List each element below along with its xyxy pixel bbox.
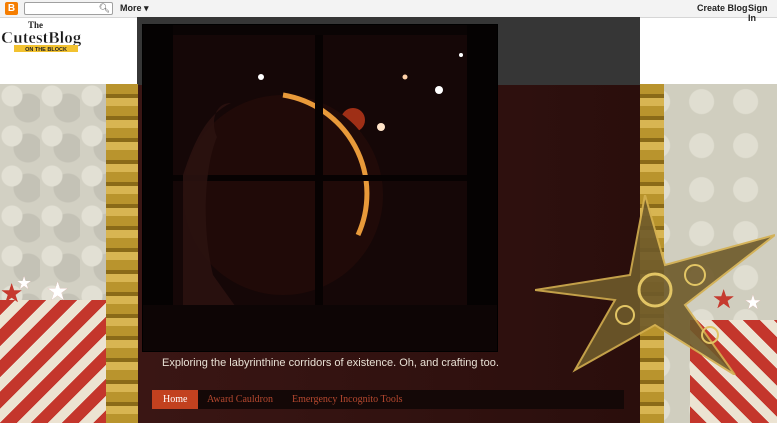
- search-input[interactable]: 🔍︎: [24, 2, 113, 15]
- cutest-blog-logo[interactable]: The CutestBlog ON THE BLOCK: [0, 19, 92, 53]
- sign-in-link[interactable]: Sign In: [748, 3, 777, 23]
- create-blog-link[interactable]: Create Blog: [697, 3, 748, 13]
- search-icon[interactable]: 🔍︎: [99, 3, 110, 14]
- tab-home[interactable]: Home: [152, 390, 199, 409]
- star-icon: ★: [46, 276, 70, 306]
- svg-text:CutestBlog: CutestBlog: [1, 28, 82, 47]
- svg-text:ON THE BLOCK: ON THE BLOCK: [25, 47, 67, 53]
- tab-award-cauldron[interactable]: Award Cauldron: [207, 390, 273, 409]
- blogger-navbar: B 🔍︎ More ▾ Create Blog Sign In: [0, 0, 777, 23]
- tab-emergency-incognito-tools[interactable]: Emergency Incognito Tools: [292, 390, 403, 409]
- star-icon: ★: [16, 273, 33, 293]
- blogger-logo-icon[interactable]: B: [5, 2, 18, 15]
- left-gold-border: [106, 84, 138, 423]
- header-image[interactable]: [142, 24, 498, 352]
- gold-swirl-star-icon: [535, 195, 775, 375]
- blog-tagline: Exploring the labyrinthine corridors of …: [162, 357, 499, 369]
- left-candy-stripes: [0, 300, 110, 423]
- more-menu-button[interactable]: More ▾: [120, 3, 149, 14]
- blog-page-tabs: Home Award Cauldron Emergency Incognito …: [152, 390, 624, 409]
